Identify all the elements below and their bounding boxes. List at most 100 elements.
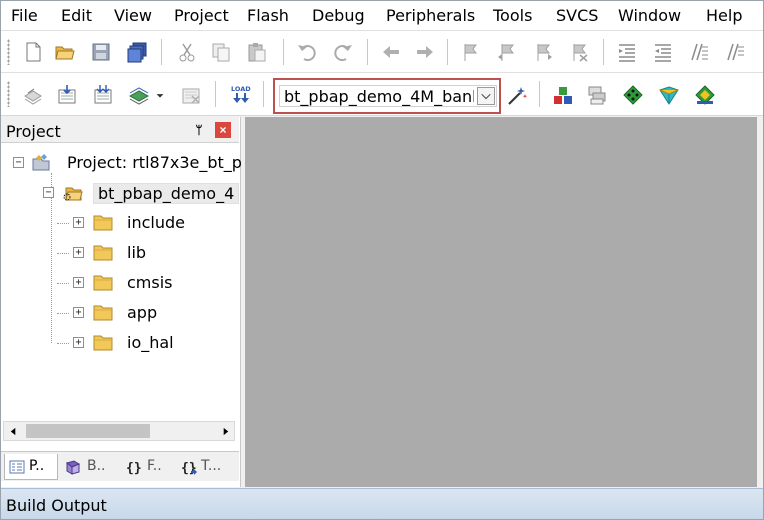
chevron-down-icon[interactable] xyxy=(477,87,495,105)
target-select-highlight: bt_pbap_demo_4M_bank xyxy=(273,78,501,114)
tree-label-group: app xyxy=(127,303,158,322)
expand-icon[interactable]: + xyxy=(73,247,84,258)
toolbar-separator xyxy=(447,39,448,65)
scrollbar-thumb[interactable] xyxy=(26,424,150,438)
tree-item-group[interactable]: + include xyxy=(1,211,239,235)
unindent-icon[interactable] xyxy=(651,40,675,64)
cut-icon[interactable] xyxy=(175,40,199,64)
target-options-wand-icon[interactable] xyxy=(505,83,529,107)
expand-icon[interactable]: + xyxy=(73,277,84,288)
tab-label: P.. xyxy=(29,458,45,474)
file-extensions-icon[interactable] xyxy=(551,83,575,107)
new-file-icon[interactable] xyxy=(21,40,45,64)
functions-tab-icon: {} xyxy=(126,461,141,475)
undo-icon[interactable] xyxy=(295,40,319,64)
build-icon[interactable] xyxy=(55,83,79,107)
pin-icon[interactable]: ᛘ xyxy=(191,122,207,138)
tab-label: T... xyxy=(201,458,222,474)
previous-bookmark-icon[interactable] xyxy=(495,40,519,64)
save-all-icon[interactable] xyxy=(125,40,149,64)
menu-tools[interactable]: Tools xyxy=(493,6,532,25)
scroll-right-icon[interactable] xyxy=(216,422,234,440)
toolbar-grip[interactable] xyxy=(7,81,10,107)
menu-help[interactable]: Help xyxy=(706,6,742,25)
menu-bar: File Edit View Project Flash Debug Perip… xyxy=(1,1,763,30)
tab-label: F.. xyxy=(147,458,162,474)
pack-installer-icon[interactable] xyxy=(657,83,681,107)
project-icon xyxy=(32,154,50,171)
menu-window[interactable]: Window xyxy=(618,6,681,25)
scroll-left-icon[interactable] xyxy=(4,422,22,440)
build-output-panel[interactable]: Build Output xyxy=(1,488,763,519)
tab-label: B.. xyxy=(87,458,106,474)
manage-components-icon[interactable] xyxy=(585,83,609,107)
menu-svcs[interactable]: SVCS xyxy=(556,6,598,25)
tab-functions[interactable]: {} F.. xyxy=(121,454,175,480)
toolbar-separator xyxy=(161,39,162,65)
indent-icon[interactable] xyxy=(615,40,639,64)
navigate-forward-icon[interactable] xyxy=(413,40,437,64)
toolbar-separator xyxy=(283,39,284,65)
menu-flash[interactable]: Flash xyxy=(247,6,289,25)
templates-tab-icon: {} xyxy=(181,461,197,475)
tree-item-project[interactable]: − Project: rtl87x3e_bt_p xyxy=(1,151,242,175)
translate-icon[interactable] xyxy=(21,83,45,107)
tree-item-target[interactable]: − bt_pbap_demo_4 xyxy=(1,181,240,205)
run-time-environment-icon[interactable] xyxy=(621,83,645,107)
open-folder-icon[interactable] xyxy=(53,40,77,64)
menu-debug[interactable]: Debug xyxy=(312,6,365,25)
target-select[interactable]: bt_pbap_demo_4M_bank xyxy=(279,85,497,107)
tab-project[interactable]: P.. xyxy=(4,454,58,480)
ide-window: File Edit View Project Flash Debug Perip… xyxy=(0,0,764,520)
tree-label-group: lib xyxy=(127,243,147,262)
editor-area[interactable] xyxy=(245,117,757,487)
paste-icon[interactable] xyxy=(245,40,269,64)
menu-file[interactable]: File xyxy=(11,6,38,25)
collapse-icon[interactable]: − xyxy=(13,157,24,168)
navigate-back-icon[interactable] xyxy=(379,40,403,64)
close-icon[interactable]: × xyxy=(215,122,231,138)
horizontal-scrollbar[interactable] xyxy=(3,421,235,441)
folder-icon xyxy=(93,335,113,351)
project-panel-title: Project xyxy=(6,122,61,141)
rebuild-icon[interactable] xyxy=(91,83,115,107)
build-output-title: Build Output xyxy=(6,496,107,515)
select-software-packs-icon[interactable] xyxy=(693,83,717,107)
menu-project[interactable]: Project xyxy=(174,6,229,25)
project-panel: Project ᛘ × − Project: rtl87x3e_bt_p − b… xyxy=(1,117,242,487)
tab-books[interactable]: B.. xyxy=(61,454,117,480)
copy-icon[interactable] xyxy=(209,40,233,64)
menu-peripherals[interactable]: Peripherals xyxy=(386,6,475,25)
folder-icon xyxy=(93,275,113,291)
download-load-icon[interactable]: LOAD xyxy=(229,83,253,107)
folder-icon xyxy=(93,305,113,321)
toolbar-separator xyxy=(539,81,540,107)
menu-view[interactable]: View xyxy=(114,6,152,25)
books-tab-icon xyxy=(65,460,81,475)
toolbar-separator xyxy=(263,81,264,107)
folder-icon xyxy=(93,215,113,231)
tree-item-group[interactable]: + app xyxy=(1,301,239,325)
expand-icon[interactable]: + xyxy=(73,217,84,228)
save-icon[interactable] xyxy=(89,40,113,64)
tree-item-group[interactable]: + io_hal xyxy=(1,331,239,355)
batch-build-dropdown-icon[interactable] xyxy=(153,83,167,107)
menu-edit[interactable]: Edit xyxy=(61,6,92,25)
redo-icon[interactable] xyxy=(331,40,355,64)
svg-text:LOAD: LOAD xyxy=(231,85,251,93)
tab-templates[interactable]: {} T... xyxy=(177,454,233,480)
toolbar-grip[interactable] xyxy=(7,39,10,65)
next-bookmark-icon[interactable] xyxy=(531,40,555,64)
clear-bookmarks-icon[interactable] xyxy=(567,40,591,64)
stop-build-icon[interactable] xyxy=(179,83,203,107)
expand-icon[interactable]: + xyxy=(73,337,84,348)
insert-bookmark-icon[interactable] xyxy=(459,40,483,64)
uncomment-icon[interactable] xyxy=(723,40,747,64)
tree-item-group[interactable]: + lib xyxy=(1,241,239,265)
collapse-icon[interactable]: − xyxy=(43,187,54,198)
comment-icon[interactable] xyxy=(687,40,711,64)
expand-icon[interactable]: + xyxy=(73,307,84,318)
tree-label-project: Project: rtl87x3e_bt_p xyxy=(67,153,242,172)
tree-item-group[interactable]: + cmsis xyxy=(1,271,239,295)
batch-build-icon[interactable] xyxy=(127,83,151,107)
